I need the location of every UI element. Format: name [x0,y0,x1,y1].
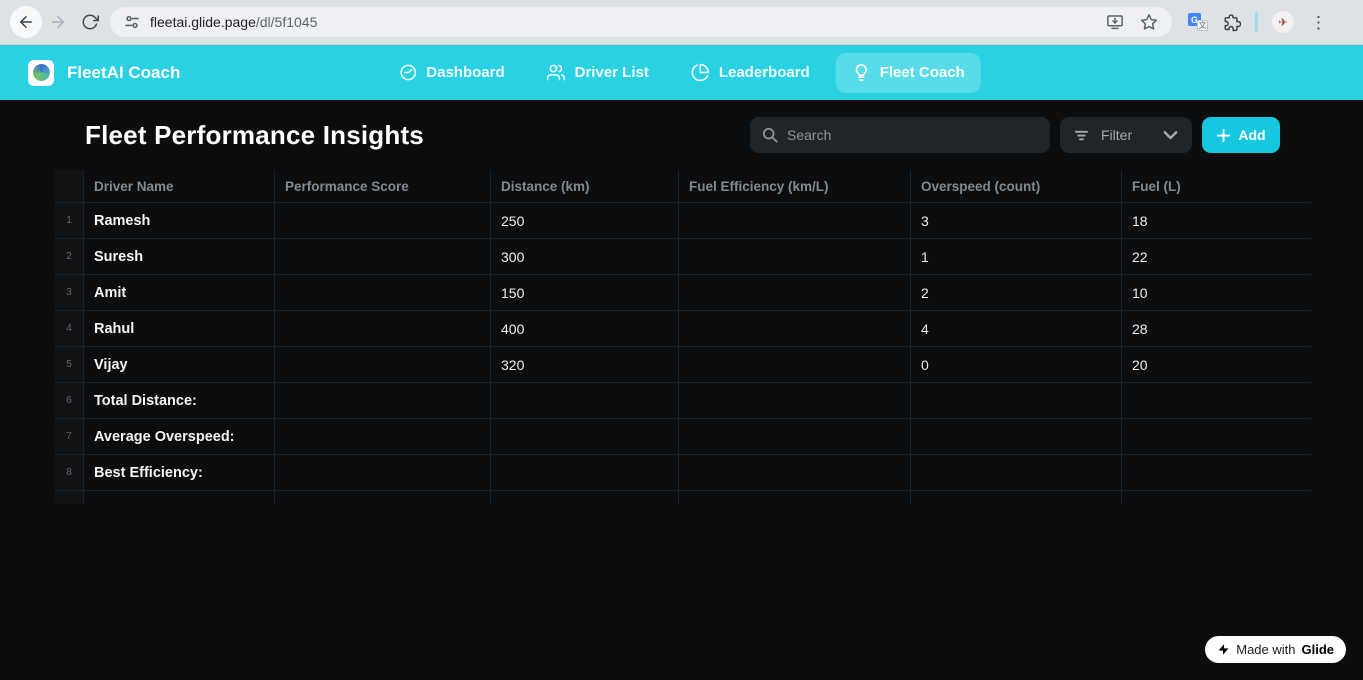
nav-tab-fleet-coach[interactable]: Fleet Coach [835,52,981,93]
page-title: Fleet Performance Insights [85,119,424,150]
install-app-icon[interactable] [1106,13,1124,31]
site-info-icon[interactable] [124,14,140,30]
table-row[interactable]: 6 Total Distance: [55,383,1311,419]
translate-extension-icon[interactable]: G文 [1188,13,1208,31]
made-with-glide-badge[interactable]: Made with Glide [1205,636,1346,663]
column-header-overspeed: Overspeed (count) [911,170,1122,202]
nav-tab-leaderboard[interactable]: Leaderboard [675,53,826,93]
people-icon [546,64,565,81]
app-logo [28,59,54,86]
row-number: 4 [55,311,84,346]
search-icon [762,127,778,143]
glide-logo-icon [1218,644,1229,655]
app-title: FleetAI Coach [67,62,181,82]
row-number: 5 [55,347,84,382]
browser-reload-button[interactable] [74,6,106,38]
pie-chart-icon [691,63,710,82]
bookmark-star-icon[interactable] [1140,13,1158,31]
row-number: 8 [55,455,84,490]
pinned-extension-icon[interactable]: ✈ [1272,11,1294,33]
table-row[interactable]: 2 Suresh 300 1 22 [55,239,1311,275]
table-row[interactable]: 8 Best Efficiency: [55,455,1311,491]
forward-arrow-icon [52,16,64,28]
data-table: Driver Name Performance Score Distance (… [55,170,1311,504]
browser-forward-button[interactable] [42,6,74,38]
column-header-distance: Distance (km) [491,170,679,202]
url-bar[interactable]: fleetai.glide.page/dl/5f1045 [110,7,1172,37]
row-number: 6 [55,383,84,418]
globe-logo-icon [32,64,50,81]
plus-icon [1217,128,1231,142]
browser-toolbar: fleetai.glide.page/dl/5f1045 G文 ✈ ⋮ [0,0,1363,45]
search-input[interactable] [787,127,1038,143]
table-row[interactable]: 7 Average Overspeed: [55,419,1311,455]
row-number: 3 [55,275,84,310]
filter-button[interactable]: Filter [1060,117,1192,153]
column-header-performance-score: Performance Score [275,170,491,202]
url-text: fleetai.glide.page/dl/5f1045 [150,14,318,30]
table-row-empty [55,491,1311,504]
browser-back-button[interactable] [10,6,42,38]
nav-tab-dashboard[interactable]: Dashboard [382,53,520,93]
browser-menu-icon[interactable]: ⋮ [1308,14,1329,31]
nav-tab-driver-list[interactable]: Driver List [531,53,665,93]
back-arrow-icon [20,16,32,28]
table-row[interactable]: 1 Ramesh 250 3 18 [55,203,1311,239]
chevron-down-icon [1163,130,1178,139]
table-row[interactable]: 5 Vijay 320 0 20 [55,347,1311,383]
table-row[interactable]: 4 Rahul 400 4 28 [55,311,1311,347]
lightbulb-icon [855,64,867,81]
reload-icon [82,14,99,30]
column-header-driver-name: Driver Name [84,170,275,202]
search-box[interactable] [750,117,1050,153]
row-number: 1 [55,203,84,238]
table-header-row: Driver Name Performance Score Distance (… [55,170,1311,203]
table-row[interactable]: 3 Amit 150 2 10 [55,275,1311,311]
row-number: 7 [55,419,84,454]
app-header: FleetAI Coach Dashboard Driver List Lead… [0,45,1363,100]
filter-icon [1074,130,1089,140]
column-header-fuel: Fuel (L) [1132,178,1181,194]
clock-icon [399,64,416,81]
extensions-puzzle-icon[interactable] [1222,13,1241,32]
add-button[interactable]: Add [1202,117,1280,153]
toolbar-separator [1255,12,1258,32]
column-header-fuel-efficiency: Fuel Efficiency (km/L) [679,170,911,202]
row-number: 2 [55,239,84,274]
top-navigation: Dashboard Driver List Leaderboard Fleet … [382,45,981,100]
